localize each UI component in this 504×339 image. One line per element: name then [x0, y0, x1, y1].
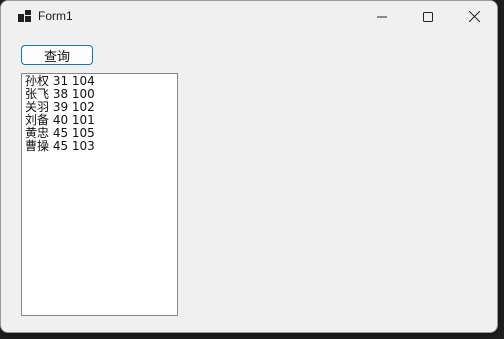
window-title: Form1 — [38, 9, 73, 23]
list-item[interactable]: 曹操 45 103 — [25, 140, 174, 153]
close-button[interactable] — [451, 1, 497, 32]
minimize-button[interactable] — [359, 1, 405, 32]
minimize-icon — [377, 16, 387, 17]
maximize-button[interactable] — [405, 1, 451, 32]
close-icon — [468, 11, 480, 22]
form-window: Form1 查询 孙权 31 104 张飞 38 100 关羽 39 102 刘… — [0, 0, 498, 333]
app-form-icon — [18, 10, 31, 22]
maximize-icon — [423, 11, 433, 22]
title-bar[interactable]: Form1 — [1, 1, 497, 32]
result-listbox[interactable]: 孙权 31 104 张飞 38 100 关羽 39 102 刘备 40 101 … — [21, 73, 178, 316]
query-button[interactable]: 查询 — [21, 45, 93, 65]
